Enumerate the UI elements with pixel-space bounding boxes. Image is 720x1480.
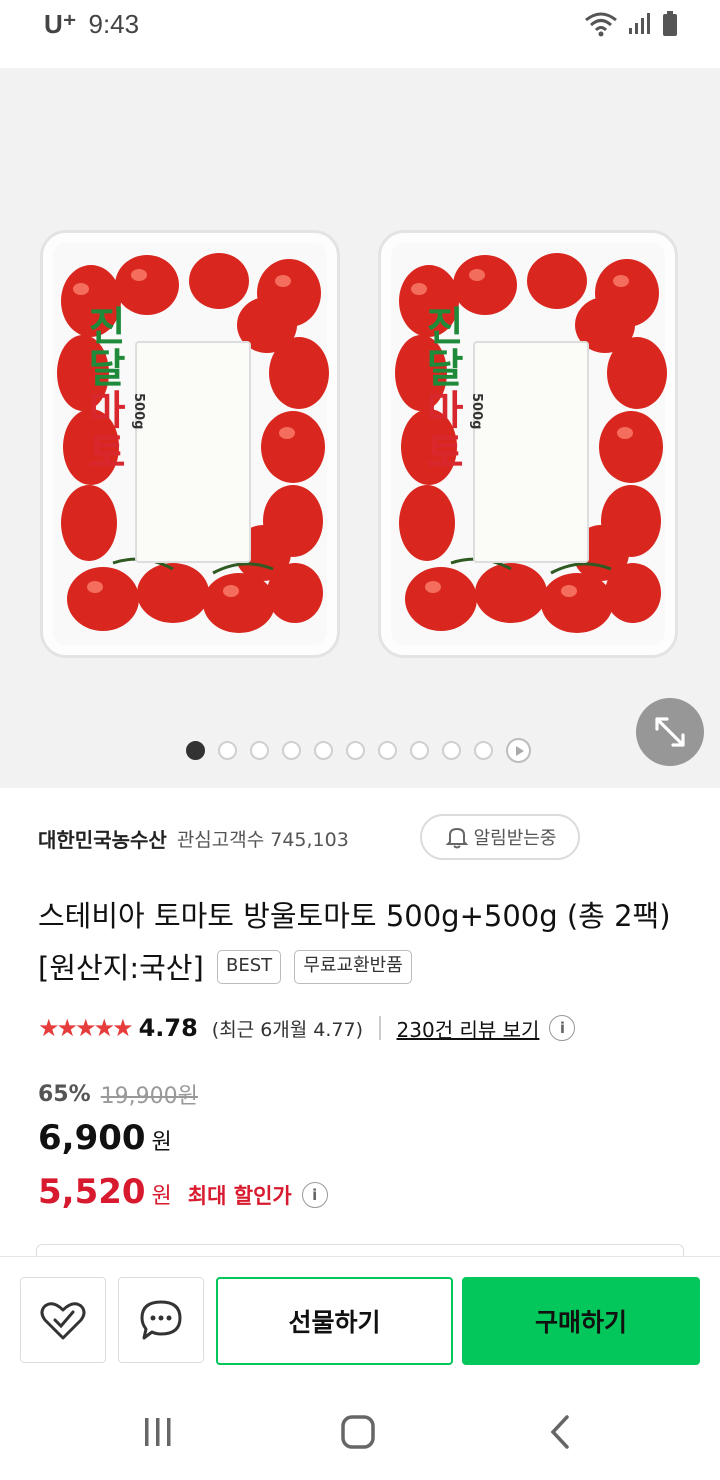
purchase-action-bar: 선물하기 구매하기 — [0, 1256, 720, 1380]
home-button[interactable] — [334, 1410, 382, 1454]
best-badge: BEST — [217, 950, 282, 984]
rating-row: ★★★★★ 4.78 (최근 6개월 4.77) 230건 리뷰 보기 i — [38, 1010, 576, 1046]
store-row: 대한민국농수산 관심고객수 745,103 알림받는중 — [38, 814, 688, 862]
recent-apps-icon — [145, 1418, 171, 1446]
battery-icon — [663, 11, 677, 36]
carrier-label: U⁺ — [44, 8, 77, 39]
star-rating-icon: ★★★★★ — [38, 1014, 134, 1042]
sale-price-row: 6,900 원 — [38, 1118, 172, 1164]
heart-check-icon — [40, 1302, 86, 1340]
discount-row: 65% 19,900원 — [38, 1076, 198, 1112]
notification-label: 알림받는중 — [473, 828, 557, 849]
clock: 9:43 — [88, 8, 140, 39]
recent-apps-button[interactable] — [134, 1410, 182, 1454]
carousel-dot[interactable] — [218, 741, 237, 760]
system-nav-bar — [0, 1380, 720, 1480]
package-weight: 500g — [469, 393, 484, 430]
sale-price: 6,900 — [38, 1118, 146, 1158]
status-bar: U⁺ 9:43 — [0, 0, 720, 48]
carousel-dot[interactable] — [346, 741, 365, 760]
buy-button[interactable]: 구매하기 — [462, 1277, 700, 1365]
home-icon — [341, 1415, 375, 1449]
chat-inquiry-button[interactable] — [118, 1277, 204, 1363]
expand-icon — [655, 717, 685, 747]
discount-rate: 65% — [38, 1081, 91, 1107]
rating-score: 4.78 — [138, 1014, 198, 1042]
tomato-package-image: 진달마토 500g — [378, 230, 678, 658]
max-discount-row: 5,520 원 최대 할인가 i — [38, 1172, 328, 1218]
package-brand-text: 진달마토 — [80, 305, 126, 473]
original-price: 19,900원 — [100, 1084, 198, 1109]
store-name[interactable]: 대한민국농수산 — [38, 824, 167, 853]
bell-check-icon — [445, 827, 469, 849]
signal-icon — [629, 13, 650, 34]
product-title: 스테비아 토마토 방울토마토 500g+500g (총 2팩) [원산지:국산]… — [38, 890, 688, 994]
free-return-badge: 무료교환반품 — [294, 950, 412, 984]
info-icon[interactable]: i — [549, 1015, 576, 1041]
notification-button[interactable]: 알림받는중 — [420, 814, 580, 860]
package-brand-text: 진달마토 — [418, 305, 464, 473]
max-discount-unit: 원 — [151, 1184, 172, 1209]
max-discount-label: 최대 할인가 — [187, 1184, 292, 1208]
back-button[interactable] — [536, 1410, 584, 1454]
carousel-dot[interactable] — [282, 741, 301, 760]
carousel-dot[interactable] — [378, 741, 397, 760]
wifi-icon — [585, 12, 617, 37]
store-fan-count: 관심고객수 745,103 — [176, 828, 349, 851]
carousel-indicator — [186, 738, 531, 763]
gift-button[interactable]: 선물하기 — [216, 1277, 453, 1365]
carousel-dot[interactable] — [186, 741, 205, 760]
video-play-icon[interactable] — [506, 738, 531, 763]
package-weight: 500g — [131, 393, 146, 430]
carousel-dot[interactable] — [474, 741, 493, 760]
product-image-gallery[interactable]: 진달마토 500g 진달마토 500g — [0, 68, 720, 788]
divider — [379, 1016, 381, 1040]
wishlist-button[interactable] — [20, 1277, 106, 1363]
status-icons — [584, 10, 678, 38]
carousel-dot[interactable] — [442, 741, 461, 760]
package-label — [473, 341, 589, 563]
carousel-dot[interactable] — [410, 741, 429, 760]
back-icon — [550, 1415, 569, 1449]
recent-rating: (최근 6개월 4.77) — [211, 1018, 364, 1041]
carousel-dot[interactable] — [250, 741, 269, 760]
tomato-package-image: 진달마토 500g — [40, 230, 340, 658]
package-label — [135, 341, 251, 563]
info-icon[interactable]: i — [301, 1182, 328, 1208]
sale-price-unit: 원 — [151, 1130, 172, 1155]
review-link[interactable]: 230건 리뷰 보기 — [397, 1014, 540, 1043]
carousel-dot[interactable] — [314, 741, 333, 760]
expand-image-button[interactable] — [636, 698, 704, 766]
max-discount-price: 5,520 — [38, 1172, 146, 1212]
chat-bubble-icon — [140, 1300, 182, 1340]
